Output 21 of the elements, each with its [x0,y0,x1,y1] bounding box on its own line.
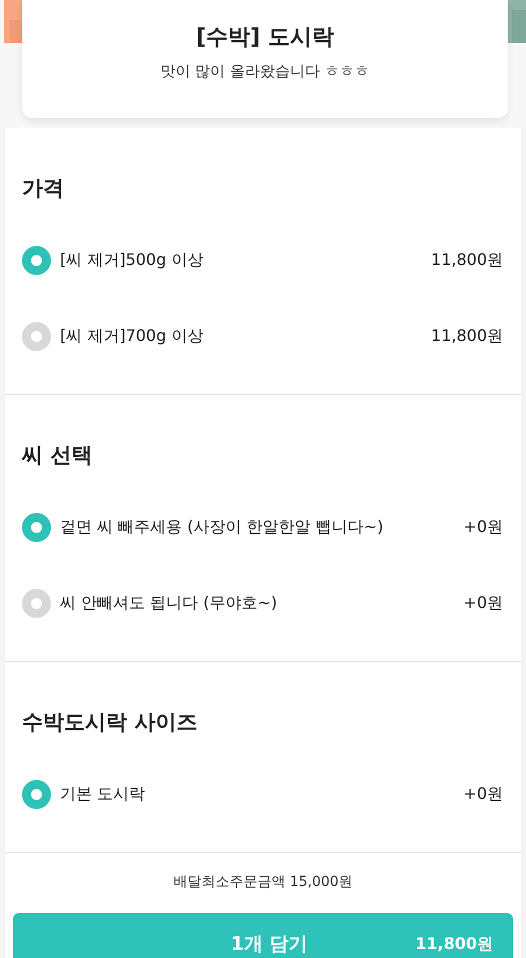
option-label[interactable]: 기본 도시락 [60,784,464,804]
option-label[interactable]: 겉면 씨 빼주세용 (사장이 한알한알 뺍니다~) [60,516,464,538]
option-price: +0원 [463,784,503,804]
section-title: 가격 [22,175,65,202]
option-price: 11,800원 [431,250,503,270]
section-title: 씨 선택 [22,442,94,469]
option-price: +0원 [463,516,503,538]
radio-button[interactable] [22,780,51,808]
minimum-order-text: 배달최소주문금액 15,000원 [172,873,354,892]
radio-button[interactable] [22,322,51,350]
option-price: 11,800원 [431,326,503,346]
section-title: 수박도시락 사이즈 [22,709,198,736]
radio-button[interactable] [22,588,51,618]
radio-button[interactable] [22,246,51,274]
option-price: +0원 [463,592,503,614]
option-label[interactable]: [씨 제거]700g 이상 [60,326,432,346]
product-title: [수박] 도시락 [196,24,334,52]
option-label[interactable]: 씨 안빼셔도 됩니다 (무야호~) [60,592,464,614]
option-label[interactable]: [씨 제거]500g 이상 [60,250,432,270]
radio-button[interactable] [22,512,51,542]
product-description: 맛이 많이 올라왔습니다 ㅎㅎㅎ [160,62,370,81]
